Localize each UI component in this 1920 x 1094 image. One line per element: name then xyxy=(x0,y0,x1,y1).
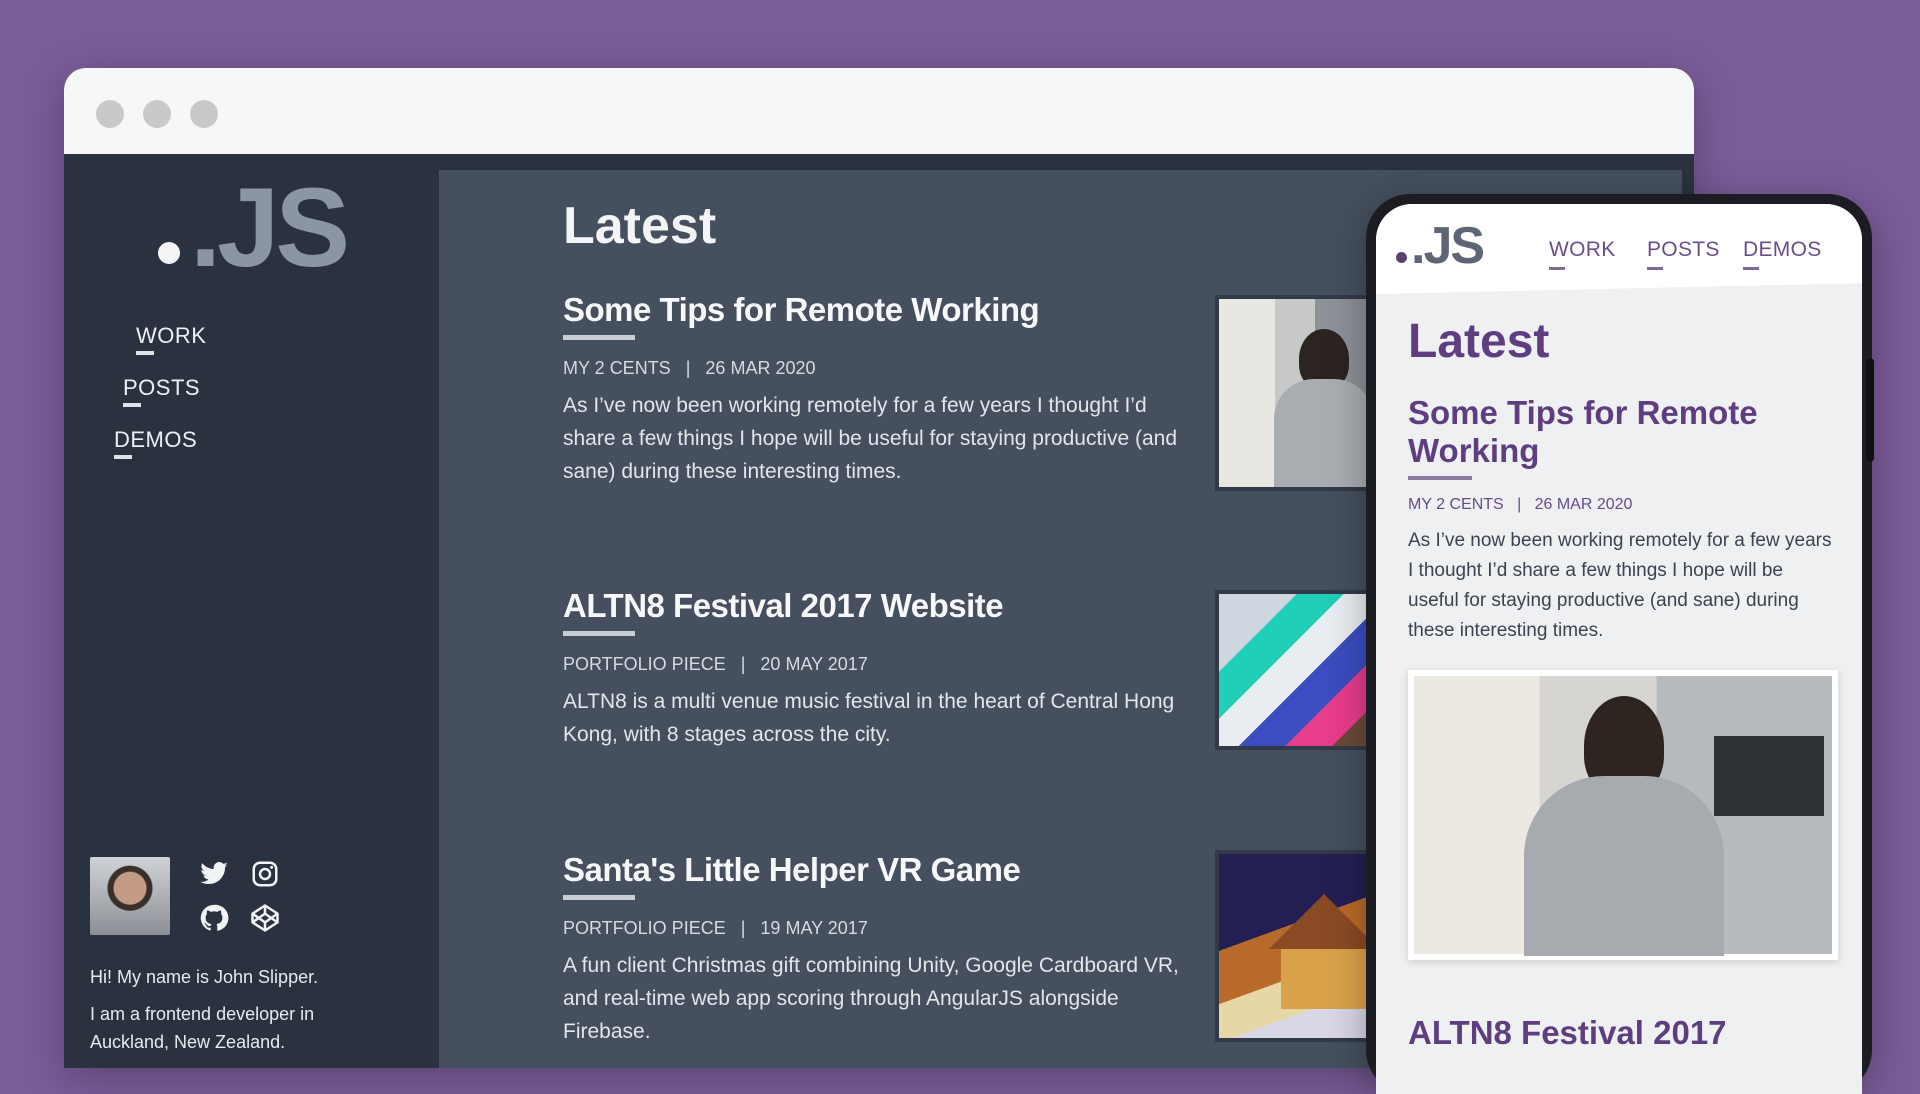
post-card: Some Tips for Remote Working MY 2 CENTS … xyxy=(563,291,1203,488)
image-figure-body xyxy=(1524,776,1724,956)
post-excerpt: As I’ve now been working remotely for a … xyxy=(563,394,1178,483)
image-monitor xyxy=(1714,736,1824,816)
thumbnail-house-wall xyxy=(1281,949,1367,1009)
author-bio-intro: Hi! My name is John Slipper. xyxy=(90,967,319,987)
post-date: 20 MAY 2017 xyxy=(760,654,868,674)
post-card: ALTN8 Festival 2017 Website PORTFOLIO PI… xyxy=(563,587,1203,751)
window-maximize-dot[interactable] xyxy=(190,100,218,128)
nav-link-posts[interactable]: POSTS xyxy=(123,375,200,407)
page-title: Latest xyxy=(563,197,717,255)
post-meta: MY 2 CENTS | 26 MAR 2020 xyxy=(563,358,1203,379)
logo-text: .JS xyxy=(190,165,350,290)
phone-side-button xyxy=(1866,358,1874,462)
site-logo[interactable]: .JS xyxy=(158,172,350,284)
post-meta: PORTFOLIO PIECE | 19 MAY 2017 xyxy=(563,918,1203,939)
post-title-link[interactable]: Santa's Little Helper VR Game xyxy=(563,851,1203,889)
mobile-logo-text: .JS xyxy=(1411,217,1485,275)
nav-link-work[interactable]: WORK xyxy=(136,323,206,355)
post-category: PORTFOLIO PIECE xyxy=(563,654,726,674)
mobile-post-title-link[interactable]: Some Tips for Remote Working xyxy=(1408,394,1838,470)
post-thumbnail-santa-vr[interactable] xyxy=(1215,850,1383,1042)
meta-separator: | xyxy=(740,918,746,938)
mobile-header: .JS WORK POSTS DEMOS xyxy=(1376,204,1862,294)
author-bio-details: I am a frontend developer in Auckland, N… xyxy=(90,1004,315,1052)
mobile-title-underline xyxy=(1408,476,1472,480)
thumbnail-house-roof xyxy=(1269,894,1379,949)
post-meta: PORTFOLIO PIECE | 20 MAY 2017 xyxy=(563,654,1203,675)
mobile-page-title: Latest xyxy=(1408,315,1550,368)
mobile-post-excerpt: As I’ve now been working remotely for a … xyxy=(1408,530,1832,641)
post-thumbnail-altn8[interactable] xyxy=(1215,590,1383,750)
nav-link-demos[interactable]: DEMOS xyxy=(114,427,197,459)
mobile-post-meta: MY 2 CENTS | 26 MAR 2020 xyxy=(1408,496,1632,514)
thumbnail-figure-body xyxy=(1274,379,1374,487)
meta-separator: | xyxy=(1517,496,1522,513)
meta-separator: | xyxy=(740,654,746,674)
mobile-post-category: MY 2 CENTS xyxy=(1408,496,1504,513)
mobile-nav-link-work[interactable]: WORK xyxy=(1549,238,1616,270)
author-avatar xyxy=(90,857,170,935)
window-minimize-dot[interactable] xyxy=(143,100,171,128)
post-category: MY 2 CENTS xyxy=(563,358,671,378)
codepen-icon[interactable] xyxy=(250,903,280,933)
mobile-nav-link-posts[interactable]: POSTS xyxy=(1647,238,1720,270)
mobile-post-date: 26 MAR 2020 xyxy=(1534,496,1633,513)
post-thumbnail-remote-working[interactable] xyxy=(1215,295,1383,491)
window-close-dot[interactable] xyxy=(96,100,124,128)
mobile-next-post-title[interactable]: ALTN8 Festival 2017 xyxy=(1408,1014,1727,1052)
logo-dot-icon xyxy=(1396,252,1407,263)
mobile-site-logo[interactable]: .JS xyxy=(1396,217,1485,275)
post-excerpt: ALTN8 is a multi venue music festival in… xyxy=(563,690,1175,746)
title-underline xyxy=(563,335,635,340)
title-underline xyxy=(563,895,635,900)
mobile-phone-frame: .JS WORK POSTS DEMOS Latest Some Tips fo… xyxy=(1366,194,1872,1094)
browser-title-bar xyxy=(64,68,1694,155)
post-category: PORTFOLIO PIECE xyxy=(563,918,726,938)
mobile-screen: .JS WORK POSTS DEMOS Latest Some Tips fo… xyxy=(1376,204,1862,1094)
post-date: 19 MAY 2017 xyxy=(760,918,868,938)
logo-dot-icon xyxy=(158,242,180,264)
mobile-nav-link-demos[interactable]: DEMOS xyxy=(1743,238,1822,270)
meta-separator: | xyxy=(685,358,691,378)
post-card: Santa's Little Helper VR Game PORTFOLIO … xyxy=(563,851,1203,1048)
mobile-post-image[interactable] xyxy=(1408,670,1838,960)
post-title-link[interactable]: ALTN8 Festival 2017 Website xyxy=(563,587,1203,625)
title-underline xyxy=(563,631,635,636)
post-title-link[interactable]: Some Tips for Remote Working xyxy=(563,291,1203,329)
instagram-icon[interactable] xyxy=(250,859,280,889)
post-date: 26 MAR 2020 xyxy=(705,358,816,378)
post-excerpt: A fun client Christmas gift combining Un… xyxy=(563,954,1179,1043)
twitter-icon[interactable] xyxy=(199,859,229,889)
github-icon[interactable] xyxy=(199,903,229,933)
